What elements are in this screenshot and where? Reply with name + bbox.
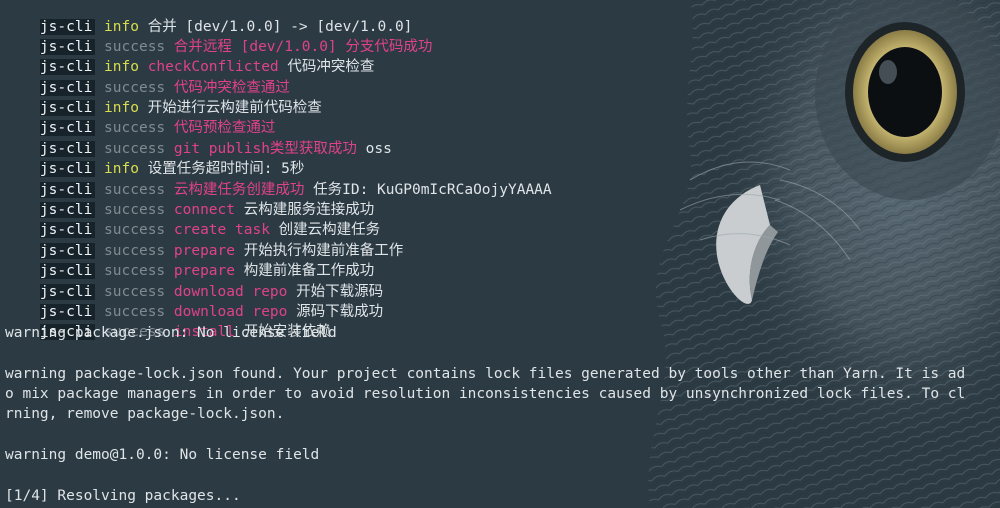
log-line: js-cli info 开始进行云构建前代码检查	[5, 78, 322, 116]
log-line: js-cli success create task 创建云构建任务	[5, 200, 380, 238]
log-line: js-cli info checkConflicted 代码冲突检查	[5, 37, 374, 75]
log-line: js-cli success install 开始安装依赖	[5, 302, 331, 340]
log-line: js-cli info 设置任务超时时间: 5秒	[5, 139, 304, 177]
log-line: js-cli success prepare 开始执行构建前准备工作	[5, 221, 403, 259]
yarn-output-line: warning package-lock.json found. Your pr…	[5, 366, 966, 382]
yarn-output-line: o mix package managers in order to avoid…	[5, 386, 966, 402]
terminal-output: js-cli info 合并 [dev/1.0.0] -> [dev/1.0.0…	[0, 0, 1000, 508]
yarn-output-line: warning demo@1.0.0: No license field	[5, 447, 320, 463]
log-message: oss	[365, 141, 392, 157]
yarn-output-line: [1/4] Resolving packages...	[5, 488, 241, 504]
log-line: js-cli success 云构建任务创建成功 任务ID: KuGP0mIcR…	[5, 160, 552, 198]
yarn-output-line: warning package.json: No license field	[5, 325, 337, 341]
log-line: js-cli success git publish类型获取成功 oss	[5, 119, 392, 157]
log-line: js-cli success download repo 源码下载成功	[5, 282, 383, 320]
log-line: js-cli success 合并远程 [dev/1.0.0] 分支代码成功	[5, 17, 432, 55]
yarn-output-line: rning, remove package-lock.json.	[5, 406, 285, 422]
log-message: 代码冲突检查	[287, 59, 375, 75]
log-line: js-cli info 合并 [dev/1.0.0] -> [dev/1.0.0…	[5, 0, 412, 35]
log-line: js-cli success connect 云构建服务连接成功	[5, 180, 374, 218]
log-line: js-cli success 代码冲突检查通过	[5, 58, 290, 96]
log-line: js-cli success prepare 构建前准备工作成功	[5, 241, 374, 279]
log-line: js-cli success download repo 开始下载源码	[5, 262, 383, 300]
log-line: js-cli success 代码预检查通过	[5, 98, 275, 136]
